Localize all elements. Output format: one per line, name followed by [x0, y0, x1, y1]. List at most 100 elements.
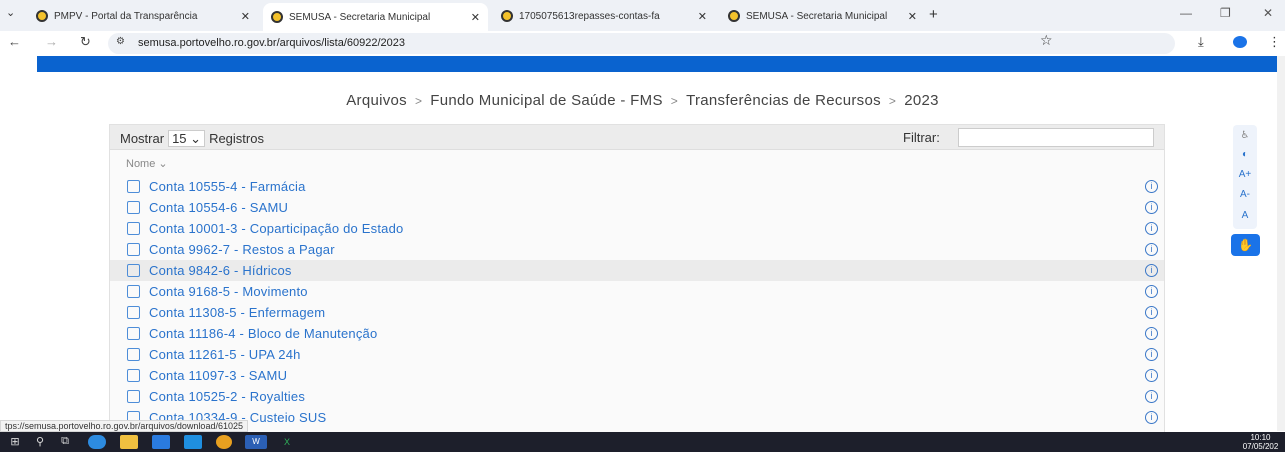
file-link[interactable]: Conta 10001-3 - Coparticipação do Estado [149, 221, 403, 236]
info-icon[interactable]: i [1145, 411, 1158, 424]
mail-icon[interactable] [184, 435, 202, 449]
table-row[interactable]: Conta 11097-3 - SAMU i [110, 365, 1164, 386]
system-clock[interactable]: 10:10 07/05/202 [1236, 433, 1285, 451]
file-link[interactable]: Conta 9962-7 - Restos a Pagar [149, 242, 335, 257]
table-row[interactable]: Conta 10334-9 - Custeio SUS i [110, 407, 1164, 428]
table-row[interactable]: Conta 9842-6 - Hídricos i [110, 260, 1164, 281]
file-explorer-icon[interactable] [120, 435, 138, 449]
download-icon[interactable]: ⤓ [1198, 34, 1204, 50]
word-icon[interactable]: W [245, 435, 267, 449]
breadcrumb-arquivos[interactable]: Arquivos [346, 92, 407, 109]
close-tab-icon[interactable]: ✕ [471, 11, 480, 24]
column-name-label: Nome [126, 158, 156, 170]
font-reset-button[interactable]: A [1233, 210, 1257, 221]
breadcrumb-fms[interactable]: Fundo Municipal de Saúde - FMS [430, 92, 662, 109]
table-row[interactable]: Conta 11186-4 - Bloco de Manutenção i [110, 323, 1164, 344]
info-icon[interactable]: i [1145, 201, 1158, 214]
table-row[interactable]: Conta 9168-5 - Movimento i [110, 281, 1164, 302]
xls-file-icon [127, 264, 140, 277]
file-link[interactable]: Conta 9168-5 - Movimento [149, 284, 308, 299]
info-icon[interactable]: i [1145, 348, 1158, 361]
site-header-band [37, 56, 1277, 72]
info-icon[interactable]: i [1145, 222, 1158, 235]
omnibox[interactable]: ⚙ semusa.portovelho.ro.gov.br/arquivos/l… [108, 33, 1175, 54]
font-decrease-button[interactable]: A- [1233, 189, 1257, 200]
font-increase-button[interactable]: A+ [1233, 169, 1257, 180]
tab-search-icon[interactable]: ⌄ [6, 6, 15, 19]
search-icon[interactable]: ⚲ [33, 435, 47, 449]
page-size-value: 15 [172, 131, 187, 146]
breadcrumb-separator-icon: > [414, 94, 423, 108]
info-icon[interactable]: i [1145, 285, 1158, 298]
restore-icon[interactable]: ❐ [1220, 6, 1231, 20]
table-row[interactable]: Conta 9962-7 - Restos a Pagar i [110, 239, 1164, 260]
address-bar-row: ← → ↻ ⚙ semusa.portovelho.ro.gov.br/arqu… [0, 31, 1285, 56]
table-row[interactable]: Conta 11261-5 - UPA 24h i [110, 344, 1164, 365]
url-text[interactable]: semusa.portovelho.ro.gov.br/arquivos/lis… [138, 37, 405, 49]
tab-title: 1705075613repasses-contas-fa [519, 10, 660, 22]
file-link[interactable]: Conta 10554-6 - SAMU [149, 200, 288, 215]
show-label: Mostrar [120, 131, 165, 146]
tab-semusa-2[interactable]: SEMUSA - Secretaria Municipal ✕ [720, 4, 925, 28]
close-tab-icon[interactable]: ✕ [908, 10, 917, 23]
file-list: Conta 10555-4 - Farmácia i Conta 10554-6 -… [110, 176, 1164, 428]
site-favicon-icon [728, 10, 740, 22]
info-icon[interactable]: i [1145, 390, 1158, 403]
files-panel: Mostrar 15 ⌄ Registros Filtrar: Nome ⌄ C… [109, 124, 1165, 434]
table-row[interactable]: Conta 10554-6 - SAMU i [110, 197, 1164, 218]
accessibility-icon[interactable]: ♿ [1233, 130, 1257, 141]
profile-avatar[interactable] [1233, 36, 1247, 48]
file-link[interactable]: Conta 11097-3 - SAMU [149, 368, 287, 383]
minimize-icon[interactable]: — [1180, 6, 1192, 20]
table-row[interactable]: Conta 10001-3 - Coparticipação do Estado… [110, 218, 1164, 239]
xls-file-icon [127, 327, 140, 340]
store-icon[interactable] [152, 435, 170, 449]
column-header-name[interactable]: Nome ⌄ [126, 157, 168, 170]
file-link[interactable]: Conta 11308-5 - Enfermagem [149, 305, 325, 320]
page-scrollbar[interactable] [1277, 56, 1285, 431]
file-link[interactable]: Conta 11186-4 - Bloco de Manutenção [149, 326, 377, 341]
info-icon[interactable]: i [1145, 369, 1158, 382]
site-info-icon[interactable]: ⚙ [116, 36, 125, 47]
xls-file-icon [127, 390, 140, 403]
task-view-icon[interactable]: ⧉ [58, 435, 72, 449]
table-row[interactable]: Conta 11308-5 - Enfermagem i [110, 302, 1164, 323]
page-size-control: Mostrar 15 ⌄ Registros [120, 130, 264, 147]
close-tab-icon[interactable]: ✕ [241, 10, 250, 23]
windows-start-icon[interactable]: ⊞ [8, 435, 22, 449]
info-icon[interactable]: i [1145, 327, 1158, 340]
file-link[interactable]: Conta 10525-2 - Royalties [149, 389, 305, 404]
filter-input[interactable] [958, 128, 1154, 147]
back-icon[interactable]: ← [8, 34, 21, 49]
menu-icon[interactable]: ⋮ [1268, 34, 1281, 50]
forward-icon[interactable]: → [45, 34, 58, 49]
info-icon[interactable]: i [1145, 180, 1158, 193]
sign-language-icon[interactable]: ✋ [1231, 234, 1260, 256]
info-icon[interactable]: i [1145, 264, 1158, 277]
table-row[interactable]: Conta 10555-4 - Farmácia i [110, 176, 1164, 197]
excel-icon[interactable]: X [276, 435, 298, 449]
tab-repasses[interactable]: 1705075613repasses-contas-fa ✕ [493, 4, 715, 28]
breadcrumb-transferencias[interactable]: Transferências de Recursos [686, 92, 881, 109]
tab-semusa-active[interactable]: SEMUSA - Secretaria Municipal ✕ [263, 3, 488, 31]
table-row[interactable]: Conta 10525-2 - Royalties i [110, 386, 1164, 407]
file-link[interactable]: Conta 11261-5 - UPA 24h [149, 347, 301, 362]
tab-title: SEMUSA - Secretaria Municipal [289, 11, 431, 23]
info-icon[interactable]: i [1145, 306, 1158, 319]
file-link[interactable]: Conta 9842-6 - Hídricos [149, 263, 292, 278]
reload-icon[interactable]: ↻ [80, 34, 91, 50]
close-tab-icon[interactable]: ✕ [698, 10, 707, 23]
tab-pmpv[interactable]: PMPV - Portal da Transparência ✕ [28, 4, 258, 28]
pdf-file-icon [127, 201, 140, 214]
info-icon[interactable]: i [1145, 243, 1158, 256]
new-tab-button[interactable]: + [929, 6, 938, 23]
page-size-select[interactable]: 15 ⌄ [168, 130, 206, 147]
tab-title: SEMUSA - Secretaria Municipal [746, 10, 888, 22]
accessibility-bar: ♿ ◐ A+ A- A [1233, 125, 1257, 229]
close-window-icon[interactable]: ✕ [1263, 6, 1273, 20]
bookmark-star-icon[interactable]: ☆ [1040, 32, 1053, 49]
chrome-icon[interactable] [216, 435, 232, 449]
edge-icon[interactable] [88, 435, 106, 449]
contrast-icon[interactable]: ◐ [1233, 149, 1257, 160]
file-link[interactable]: Conta 10555-4 - Farmácia [149, 179, 306, 194]
